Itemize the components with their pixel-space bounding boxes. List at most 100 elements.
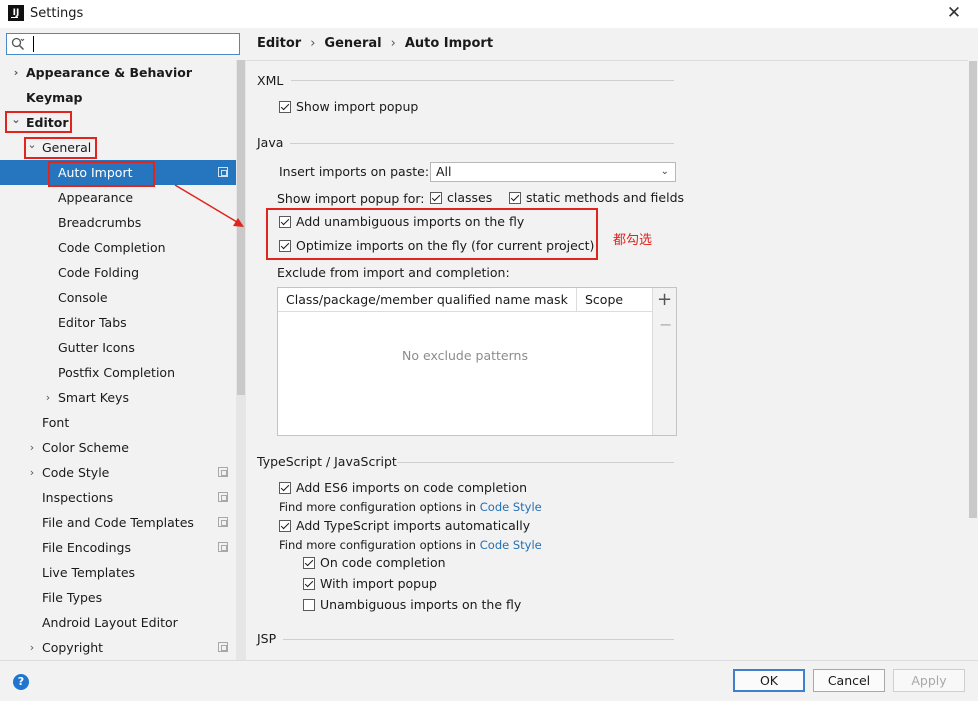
tree-item-label: Editor (26, 115, 69, 130)
text-caret (33, 36, 34, 52)
checkbox-box[interactable] (279, 216, 291, 228)
tree-item-editor-tabs[interactable]: Editor Tabs (0, 310, 236, 335)
tree-item-copyright[interactable]: › Copyright (0, 635, 236, 660)
add-icon[interactable]: + (657, 289, 672, 311)
code-style-link[interactable]: Code Style (480, 538, 542, 552)
close-icon[interactable]: ✕ (944, 3, 964, 23)
tree-item-console[interactable]: Console (0, 285, 236, 310)
settings-sidebar: › Appearance & Behavior Keymap ⌄ Editor … (0, 28, 246, 660)
tree-item-label: Gutter Icons (58, 340, 135, 355)
checkbox-box[interactable] (279, 482, 291, 494)
section-divider (290, 143, 674, 144)
chevron-right-icon[interactable]: › (10, 60, 22, 85)
column-header-scope[interactable]: Scope (585, 292, 623, 307)
tree-item-label: Code Style (42, 465, 110, 480)
checkbox-label: Unambiguous imports on the fly (320, 597, 522, 612)
column-separator[interactable] (576, 288, 577, 312)
project-settings-icon (218, 167, 228, 177)
tree-item-label: Appearance (58, 190, 134, 205)
section-title-typescript: TypeScript / JavaScript (257, 454, 397, 469)
section-title-jsp: JSP (257, 631, 277, 646)
tree-item-keymap[interactable]: Keymap (0, 85, 236, 110)
title-bar: IJ Settings ✕ (0, 0, 978, 28)
content-scroll-thumb[interactable] (969, 61, 977, 518)
checkbox-box[interactable] (303, 578, 315, 590)
project-settings-icon (218, 542, 228, 552)
search-input[interactable] (37, 36, 232, 52)
cancel-button[interactable]: Cancel (813, 669, 885, 692)
tree-item-file-encodings[interactable]: File Encodings (0, 535, 236, 560)
breadcrumb-general[interactable]: General (324, 36, 381, 51)
tree-item-code-style[interactable]: › Code Style (0, 460, 236, 485)
insert-imports-label: Insert imports on paste: (279, 164, 430, 179)
content-scrollbar[interactable] (968, 61, 978, 661)
tree-item-general[interactable]: ⌄ General (0, 135, 236, 160)
exclude-label: Exclude from import and completion: (277, 265, 510, 280)
find-more-text-2: Find more configuration options in Code … (279, 538, 542, 552)
chevron-right-icon[interactable]: › (26, 635, 38, 660)
checkbox-box[interactable] (303, 599, 315, 611)
project-settings-icon (218, 517, 228, 527)
checkbox-box[interactable] (279, 101, 291, 113)
tree-item-code-folding[interactable]: Code Folding (0, 260, 236, 285)
search-box[interactable] (6, 33, 240, 55)
section-title-xml: XML (257, 73, 284, 88)
tree-item-android-layout-editor[interactable]: Android Layout Editor (0, 610, 236, 635)
tree-item-live-templates[interactable]: Live Templates (0, 560, 236, 585)
code-style-link[interactable]: Code Style (480, 500, 542, 514)
checkbox-label: Add ES6 imports on code completion (296, 480, 528, 495)
remove-icon: − (659, 315, 673, 334)
tree-item-file-code-templates[interactable]: File and Code Templates (0, 510, 236, 535)
tree-item-label: General (42, 140, 92, 155)
ok-button[interactable]: OK (733, 669, 805, 692)
apply-button: Apply (893, 669, 965, 692)
column-header-mask[interactable]: Class/package/member qualified name mask (286, 292, 568, 307)
checkbox-box[interactable] (279, 240, 291, 252)
section-divider (397, 462, 674, 463)
tree-item-label: Color Scheme (42, 440, 129, 455)
project-settings-icon (218, 642, 228, 652)
tree-item-appearance-behavior[interactable]: › Appearance & Behavior (0, 60, 236, 85)
tree-item-code-completion[interactable]: Code Completion (0, 235, 236, 260)
tree-item-smart-keys[interactable]: › Smart Keys (0, 385, 236, 410)
breadcrumb-editor[interactable]: Editor (257, 36, 301, 51)
tree-item-label: Code Folding (58, 265, 140, 280)
chevron-right-icon[interactable]: › (26, 460, 38, 485)
chevron-down-icon[interactable]: ⌄ (26, 132, 38, 157)
tree-item-label: File Types (42, 590, 103, 605)
section-divider (283, 639, 674, 640)
insert-imports-dropdown[interactable]: All ⌄ (430, 162, 676, 182)
tree-item-label: Breadcrumbs (58, 215, 142, 230)
exclude-table-toolbar: + − (652, 288, 676, 435)
project-settings-icon (218, 492, 228, 502)
checkbox-box[interactable] (303, 557, 315, 569)
tree-item-gutter-icons[interactable]: Gutter Icons (0, 335, 236, 360)
checkbox-label: On code completion (320, 555, 446, 570)
help-icon[interactable]: ? (13, 674, 29, 690)
tree-item-postfix-completion[interactable]: Postfix Completion (0, 360, 236, 385)
chevron-down-icon[interactable]: ⌄ (10, 107, 22, 132)
project-settings-icon (218, 467, 228, 477)
content-divider (246, 60, 968, 61)
checkbox-box[interactable] (279, 520, 291, 532)
find-more-text-1: Find more configuration options in Code … (279, 500, 542, 514)
tree-item-label: Postfix Completion (58, 365, 175, 380)
sidebar-scrollbar[interactable] (236, 60, 246, 660)
tree-item-label: Keymap (26, 90, 83, 105)
chevron-right-icon[interactable]: › (26, 435, 38, 460)
tree-item-label: Copyright (42, 640, 104, 655)
exclude-table[interactable]: Class/package/member qualified name mask… (277, 287, 677, 436)
tree-item-label: Android Layout Editor (42, 615, 178, 630)
tree-item-color-scheme[interactable]: › Color Scheme (0, 435, 236, 460)
tree-item-file-types[interactable]: File Types (0, 585, 236, 610)
chevron-right-icon[interactable]: › (42, 385, 54, 410)
find-more-label: Find more configuration options in (279, 500, 477, 514)
tree-item-font[interactable]: Font (0, 410, 236, 435)
tree-item-inspections[interactable]: Inspections (0, 485, 236, 510)
checkbox-box[interactable] (509, 192, 521, 204)
tree-item-label: Inspections (42, 490, 114, 505)
tree-item-label: Editor Tabs (58, 315, 127, 330)
tree-item-label: Font (42, 415, 70, 430)
checkbox-box[interactable] (430, 192, 442, 204)
tree-item-label: Console (58, 290, 108, 305)
